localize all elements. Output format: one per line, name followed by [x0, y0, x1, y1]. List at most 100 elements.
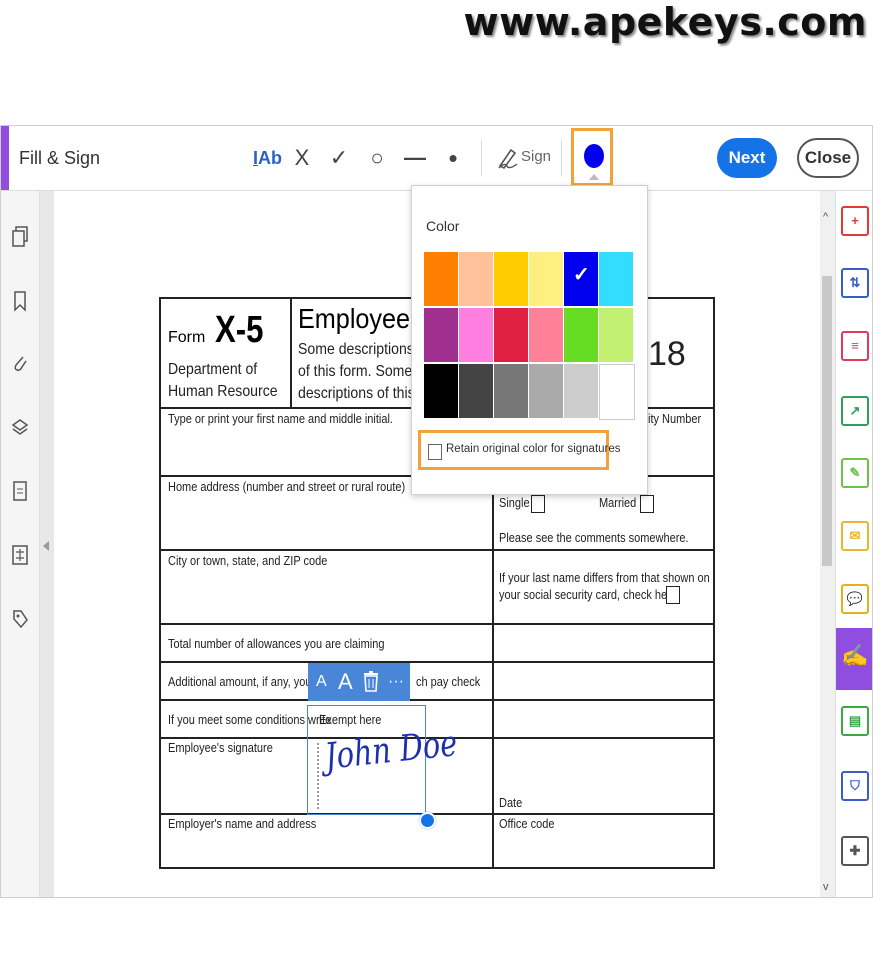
collapse-arrow-icon: [43, 541, 49, 551]
add-text-tool[interactable]: IAb: [253, 144, 283, 172]
more-tools-icon[interactable]: ✚: [841, 836, 869, 866]
scrollbar-thumb[interactable]: [822, 276, 832, 566]
color-swatch[interactable]: [424, 308, 458, 362]
allowances-label: Total number of allowances you are claim…: [168, 637, 385, 651]
married-label: Married: [599, 496, 637, 510]
combine-files-icon[interactable]: ⇅: [841, 268, 869, 298]
form-label: Form: [168, 329, 206, 346]
close-button[interactable]: Close: [797, 138, 859, 178]
address-field-label: Home address (number and street or rural…: [168, 480, 406, 494]
signature-field-label: Employee's signature: [168, 741, 273, 755]
page-thumbnails-icon[interactable]: [11, 226, 29, 248]
sign-pen-icon[interactable]: [497, 144, 519, 170]
cross-mark-tool[interactable]: X: [293, 144, 311, 172]
additional-amount-label: Additional amount, if any, you w: [168, 675, 323, 689]
city-field-label: City or town, state, and ZIP code: [168, 554, 328, 568]
color-swatch[interactable]: [599, 252, 633, 306]
last-name-note-line1: If your last name differs from that show…: [499, 571, 710, 585]
compare-icon[interactable]: [11, 544, 29, 566]
toolbar-title: Fill & Sign: [19, 148, 101, 168]
employer-field-label: Employer's name and address: [168, 817, 317, 831]
color-swatch[interactable]: [494, 364, 528, 418]
attachments-icon[interactable]: [11, 352, 29, 374]
color-swatch[interactable]: [494, 308, 528, 362]
single-checkbox[interactable]: [531, 495, 545, 513]
comment-icon[interactable]: 💬: [841, 584, 869, 614]
scroll-down-icon: v: [823, 881, 829, 893]
color-swatch[interactable]: [564, 308, 598, 362]
single-label: Single: [499, 496, 530, 510]
color-swatch[interactable]: [599, 364, 635, 420]
toolbar-separator: [561, 140, 562, 176]
toolbar-accent: [1, 126, 9, 190]
name-field-label: Type or print your first name and middle…: [168, 412, 393, 426]
signature-context-toolbar: A A ···: [308, 663, 410, 701]
next-button[interactable]: Next: [717, 138, 777, 178]
signature-baseline: [317, 743, 319, 809]
color-popup: Color ✓ Retain original color for signat…: [411, 185, 648, 495]
sign-button[interactable]: Sign: [521, 148, 551, 165]
form-number: X-5: [215, 309, 264, 351]
check-mark-tool[interactable]: ✓: [329, 144, 349, 172]
scroll-up-icon: ^: [823, 211, 829, 223]
color-swatch[interactable]: [564, 364, 598, 418]
department-line1: Department of: [168, 361, 258, 378]
bookmarks-icon[interactable]: [11, 290, 29, 312]
color-swatch[interactable]: [529, 308, 563, 362]
left-panel-collapse[interactable]: [40, 191, 54, 897]
last-name-checkbox[interactable]: [666, 586, 680, 604]
increase-size-button[interactable]: A: [338, 668, 353, 696]
color-swatch[interactable]: [529, 364, 563, 418]
color-swatch[interactable]: [459, 364, 493, 418]
dot-tool[interactable]: •: [444, 144, 462, 172]
line-tool[interactable]: —: [404, 144, 426, 172]
date-label: Date: [499, 796, 523, 810]
color-swatch[interactable]: ✓: [564, 252, 598, 306]
color-swatch[interactable]: [459, 308, 493, 362]
more-options-button[interactable]: ···: [388, 668, 404, 696]
add-text-label: Ab: [258, 148, 283, 168]
ssn-field-label: ity Number: [648, 412, 702, 426]
tags-icon[interactable]: [11, 608, 29, 630]
description-line2: of this form. Some d: [298, 363, 424, 380]
circle-tool[interactable]: ○: [367, 144, 387, 172]
fill-sign-toolbar: Fill & Sign IAb X ✓ ○ — • Sign Next Clos…: [1, 126, 872, 191]
organize-pages-icon[interactable]: ≡: [841, 331, 869, 361]
color-swatch[interactable]: [424, 252, 458, 306]
content-icon[interactable]: [11, 480, 29, 502]
print-production-icon[interactable]: ▤: [841, 706, 869, 736]
color-swatch[interactable]: [599, 308, 633, 362]
form-title: Employee x: [298, 303, 430, 334]
last-name-note-line2: your social security card, check here: [499, 588, 677, 602]
fill-sign-icon[interactable]: ✍: [841, 643, 868, 669]
color-caret-icon: [589, 174, 599, 180]
protect-icon[interactable]: ⛉: [841, 771, 869, 801]
color-swatch[interactable]: [494, 252, 528, 306]
color-popup-title: Color: [426, 218, 460, 234]
color-swatch[interactable]: [459, 252, 493, 306]
comments-note: Please see the comments somewhere.: [499, 531, 689, 545]
acrobat-window: Fill & Sign IAb X ✓ ○ — • Sign Next Clos…: [0, 125, 873, 898]
additional-amount-label-end: ch pay check: [416, 675, 481, 689]
edit-pdf-icon[interactable]: ✎: [841, 458, 869, 488]
office-code-label: Office code: [499, 817, 555, 831]
toolbar-separator: [481, 140, 482, 176]
delete-icon[interactable]: [362, 670, 380, 699]
color-picker-button[interactable]: [584, 144, 604, 168]
selected-check-icon: ✓: [573, 264, 590, 286]
resize-handle[interactable]: [419, 812, 436, 829]
form-year: 18: [648, 335, 686, 373]
description-line1: Some descriptions o: [298, 341, 426, 358]
retain-color-checkbox[interactable]: [428, 444, 442, 460]
decrease-size-button[interactable]: A: [316, 668, 327, 696]
export-pdf-icon[interactable]: ↗: [841, 396, 869, 426]
retain-color-label[interactable]: Retain original color for signatures: [446, 443, 621, 455]
color-swatch[interactable]: [529, 252, 563, 306]
request-signature-icon[interactable]: ✉: [841, 521, 869, 551]
married-checkbox[interactable]: [640, 495, 654, 513]
description-line3: descriptions of this f: [298, 385, 423, 402]
create-pdf-icon[interactable]: +: [841, 206, 869, 236]
color-swatch[interactable]: [424, 364, 458, 418]
layers-icon[interactable]: [11, 417, 29, 439]
site-watermark: www.apekeys.com: [463, 0, 867, 44]
